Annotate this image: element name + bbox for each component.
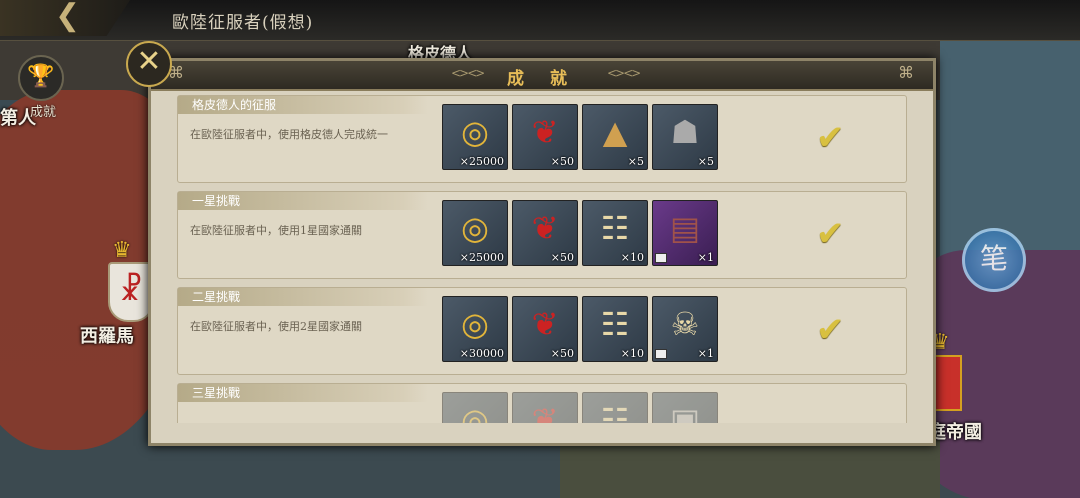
checkmark-icon: ✔ [816, 118, 845, 158]
dialog-title: 成 就 [507, 69, 577, 89]
war-horn-icon: ▲ [602, 113, 628, 151]
reward-item[interactable]: ◎ ×25000 [442, 104, 508, 170]
map-label-byzantine: 庭帝國 [928, 422, 982, 443]
quill-button[interactable]: 笔 [962, 228, 1026, 292]
gold-coins-icon: ◎ [461, 305, 489, 343]
back-button[interactable]: ❮ [0, 0, 130, 36]
reward-item[interactable]: ❦ ×50 [512, 104, 578, 170]
map-region [560, 440, 940, 498]
reward-item[interactable]: ▲ ×5 [582, 104, 648, 170]
reward-qty: ×10 [620, 251, 644, 264]
item-icon: ▣ [669, 401, 701, 423]
back-arrow-icon: ❮ [55, 0, 81, 33]
emblem-medal-icon: ❦ [531, 305, 559, 343]
achievement-desc: 在歐陸征服者中，使用2星國家通關 [190, 320, 362, 333]
quill-icon: 笔 [979, 242, 1008, 275]
achievement-row: 格皮德人的征服 在歐陸征服者中，使用格皮德人完成統一 ◎ ×25000 ❦ ×50 … [177, 95, 907, 183]
reward-item[interactable]: ☗ ×5 [652, 104, 718, 170]
crown-icon: ♛ [112, 238, 132, 263]
reward-qty: ×25000 [459, 155, 504, 168]
reward-qty: ×5 [697, 155, 714, 168]
book-badge-icon [655, 253, 667, 263]
gold-coins-icon: ◎ [461, 401, 489, 423]
reward-qty: ×1 [697, 251, 714, 264]
checkmark-icon: ✔ [816, 310, 845, 350]
reward-qty: ×50 [550, 347, 574, 360]
achievement-desc: 在歐陸征服者中，使用1星國家通關 [190, 224, 362, 237]
achievement-title: 一星挑戰 [178, 192, 428, 210]
reward-item[interactable]: ❦ ×50 [512, 296, 578, 362]
achievements-dialog: ⌘ <><> 成 就 <><> ⌘ 格皮德人的征服 在歐陸征服者中，使用格皮德人… [148, 58, 936, 446]
armor-icon: ☗ [670, 113, 700, 151]
reward-qty: ×25000 [459, 251, 504, 264]
scroll-icon: ☷ [600, 209, 630, 247]
dialog-header: ⌘ <><> 成 就 <><> ⌘ [151, 61, 933, 91]
emblem-medal-icon: ❦ [531, 209, 559, 247]
pirate-map-icon: ☠ [670, 305, 700, 343]
knot-ornament-icon: ⌘ [898, 63, 914, 82]
close-button[interactable]: ✕ [126, 41, 172, 87]
reward-item[interactable]: ◎ [442, 392, 508, 423]
reward-item[interactable]: ☷ [582, 392, 648, 423]
emblem-medal-icon: ❦ [531, 113, 559, 151]
reward-item[interactable]: ▣ [652, 392, 718, 423]
reward-qty: ×50 [550, 155, 574, 168]
reward-item[interactable]: ◎ ×30000 [442, 296, 508, 362]
scroll-icon: ☷ [600, 305, 630, 343]
reward-item[interactable]: ☠ ×1 [652, 296, 718, 362]
trophy-icon: 🏆 [18, 55, 64, 101]
achievement-row: 三星挑戰 ◎ ❦ ☷ ▣ [177, 383, 907, 423]
emblem-medal-icon: ❦ [531, 401, 559, 423]
reward-item[interactable]: ☷ ×10 [582, 296, 648, 362]
achievements-label: 成就 [29, 105, 56, 120]
reward-qty: ×50 [550, 251, 574, 264]
achievement-row: 一星挑戰 在歐陸征服者中，使用1星國家通關 ◎ ×25000 ❦ ×50 ☷ ×10 … [177, 191, 907, 279]
achievements-side-button[interactable]: 🏆 成就 [18, 55, 68, 120]
reward-item[interactable]: ▤ ×1 [652, 200, 718, 266]
achievement-title: 二星挑戰 [178, 288, 428, 306]
spell-book-icon: ▤ [669, 209, 701, 247]
map-label-western-rome: 西羅馬 [80, 326, 134, 347]
reward-item[interactable]: ◎ ×25000 [442, 200, 508, 266]
achievement-title: 三星挑戰 [178, 384, 428, 402]
checkmark-icon: ✔ [816, 214, 845, 254]
book-badge-icon [655, 349, 667, 359]
reward-item[interactable]: ❦ [512, 392, 578, 423]
achievement-row: 二星挑戰 在歐陸征服者中，使用2星國家通關 ◎ ×30000 ❦ ×50 ☷ ×10 … [177, 287, 907, 375]
achievement-desc: 在歐陸征服者中，使用格皮德人完成統一 [190, 128, 388, 141]
gold-coins-icon: ◎ [461, 209, 489, 247]
reward-qty: ×10 [620, 347, 644, 360]
close-icon: ✕ [136, 44, 162, 79]
reward-item[interactable]: ❦ ×50 [512, 200, 578, 266]
achievement-list[interactable]: 格皮德人的征服 在歐陸征服者中，使用格皮德人完成統一 ◎ ×25000 ❦ ×50 … [177, 95, 907, 423]
reward-qty: ×1 [697, 347, 714, 360]
top-bar: ❮ 歐陸征服者(假想) [0, 0, 1080, 41]
page-title: 歐陸征服者(假想) [172, 13, 314, 33]
reward-qty: ×30000 [459, 347, 504, 360]
reward-qty: ×5 [627, 155, 644, 168]
achievement-title: 格皮德人的征服 [178, 96, 428, 114]
ornament-icon: <><> [607, 66, 641, 80]
gold-coins-icon: ◎ [461, 113, 489, 151]
reward-item[interactable]: ☷ ×10 [582, 200, 648, 266]
scroll-icon: ☷ [600, 401, 630, 423]
